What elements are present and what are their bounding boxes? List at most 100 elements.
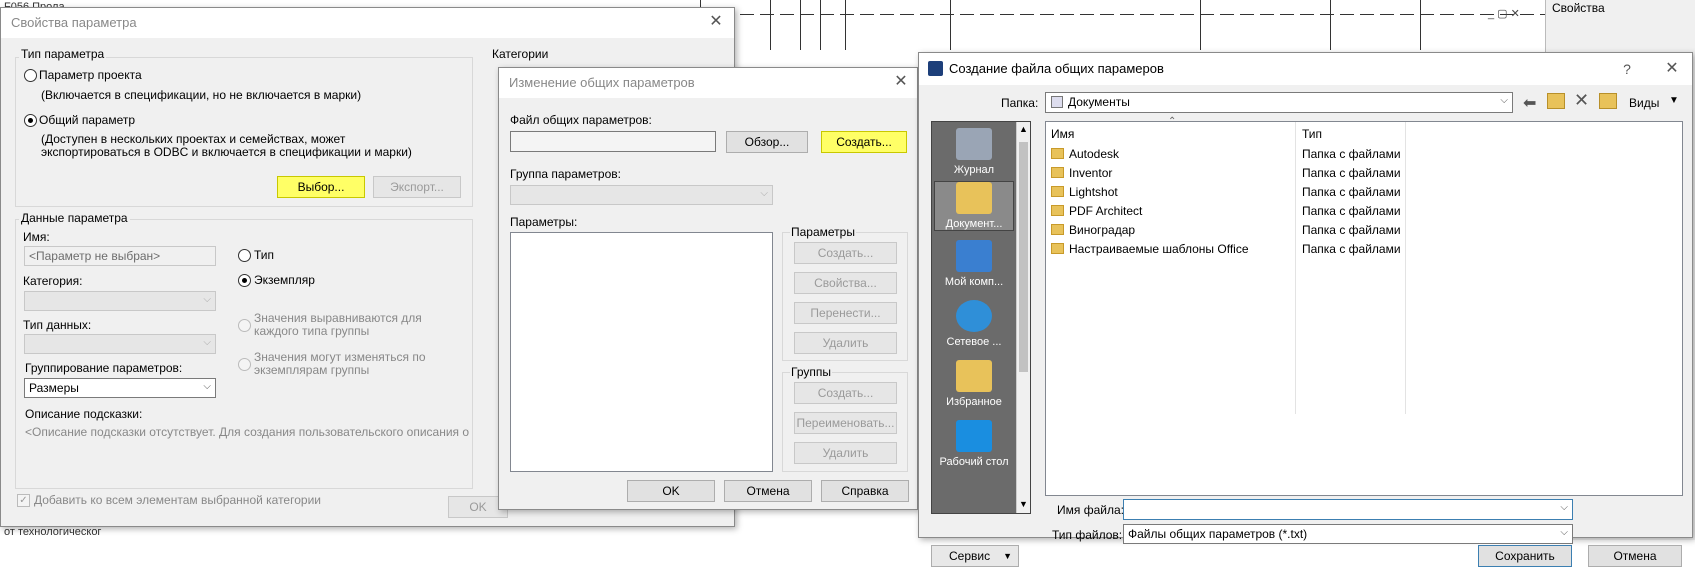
list-item[interactable]: Lightshot Папка с файлами [1051,185,1676,203]
list-item[interactable]: Настраиваемые шаблоны Office Папка с файл… [1051,242,1676,260]
col-type-header[interactable]: Тип [1302,127,1322,141]
filename-label: Имя файла: [1057,503,1124,517]
file-type: Папка с файлами [1302,223,1401,237]
folder-combo[interactable]: Документы ⌵ [1045,92,1513,113]
documents-icon [956,182,992,214]
list-item[interactable]: PDF Architect Папка с файлами [1051,204,1676,222]
edit-shared-params-dialog: Изменение общих параметров ✕ Файл общих … [498,67,918,510]
categories-label: Категории [492,47,549,61]
group-rename-button[interactable]: Переименовать... [794,412,897,434]
chevron-down-icon[interactable]: ▼ [1669,95,1679,106]
place-desktop[interactable]: Рабочий стол [934,420,1014,468]
file-name: Autodesk [1069,147,1120,161]
folder-label: Папка: [1001,96,1039,110]
param-move-button[interactable]: Перенести... [794,302,897,324]
help-button[interactable]: Справка [821,480,909,502]
ok-button[interactable]: OK [627,480,715,502]
export-button[interactable]: Экспорт... [373,176,461,198]
place-favorites[interactable]: Избранное [934,360,1014,408]
col-name-header[interactable]: Имя [1051,127,1074,141]
name-field[interactable]: <Параметр не выбран> [24,246,216,266]
filename-combo[interactable]: ⌵ [1123,499,1573,520]
datatype-combo[interactable]: ⌵ [24,334,216,354]
place-label: Документ... [945,218,1003,230]
tooltip-value[interactable]: <Описание подсказки отсутствует. Для соз… [25,425,469,439]
help-icon[interactable]: ? [1617,59,1637,79]
cancel-button[interactable]: Отмена [724,480,812,502]
params-label: Параметры: [510,215,578,229]
service-button[interactable]: Сервис ▼ [931,545,1019,567]
parameter-type-group-title: Тип параметра [19,47,107,61]
places-scrollbar[interactable]: ▲ ▼ [1016,122,1030,513]
place-label: Мой комп... [944,276,1004,288]
place-documents[interactable]: Документ... [934,181,1014,231]
desktop-icon [956,420,992,452]
new-folder-icon[interactable] [1599,93,1617,109]
params-group-title: Параметры [790,225,856,239]
place-label: Журнал [953,164,995,176]
dialog-title: Создание файла общих парамеров [949,61,1164,76]
param-properties-button[interactable]: Свойства... [794,272,897,294]
place-label: Избранное [946,396,1002,408]
grouping-value: Размеры [29,381,79,395]
close-icon[interactable]: ✕ [891,72,911,92]
category-label: Категория: [23,274,83,288]
filetype-combo[interactable]: Файлы общих параметров (*.txt) ⌵ [1123,524,1573,544]
list-item[interactable]: Inventor Папка с файлами [1051,166,1676,184]
group-label: Группа параметров: [510,167,621,181]
group-combo[interactable]: ⌵ [510,185,773,205]
edit-shared-params-titlebar: Изменение общих параметров [499,68,917,98]
chevron-down-icon: ⌵ [760,188,768,199]
save-button[interactable]: Сохранить [1478,545,1572,567]
browse-button[interactable]: Обзор... [726,131,808,153]
list-item[interactable]: Виноградар Папка с файлами [1051,223,1676,241]
history-icon [956,128,992,160]
param-delete-button[interactable]: Удалить [794,332,897,354]
delete-icon[interactable]: ✕ [1574,90,1589,111]
add-all-checkbox[interactable]: ✓ [17,494,30,507]
close-icon[interactable]: ✕ [706,12,726,32]
place-history[interactable]: Журнал [934,128,1014,176]
place-network[interactable]: Сетевое ... [934,300,1014,348]
type-radio[interactable] [238,249,251,262]
group-create-button[interactable]: Создать... [794,382,897,404]
revit-app-icon [928,61,943,76]
file-path-field[interactable] [510,131,716,152]
vary-values-radio[interactable] [238,358,251,371]
folder-icon [1051,224,1064,235]
folder-icon [1051,148,1064,159]
file-type: Папка с файлами [1302,242,1401,256]
folder-icon [1051,205,1064,216]
file-name: Lightshot [1069,185,1118,199]
back-arrow-icon[interactable]: ⬅ [1523,93,1536,113]
list-item[interactable]: Autodesk Папка с файлами [1051,147,1676,165]
file-type: Папка с файлами [1302,147,1401,161]
params-listbox[interactable] [510,232,773,472]
up-folder-icon[interactable] [1547,93,1565,109]
select-button[interactable]: Выбор... [277,176,365,198]
scroll-up-icon[interactable]: ▲ [1019,124,1028,134]
scroll-down-icon[interactable]: ▼ [1019,499,1028,509]
view-window-buttons[interactable]: _ ▢ ✕ [1488,7,1520,20]
close-icon[interactable]: ✕ [1662,59,1682,79]
shared-parameter-radio[interactable] [24,114,37,127]
views-menu[interactable]: Виды [1629,96,1659,110]
category-combo[interactable]: ⌵ [24,291,216,311]
scroll-thumb[interactable] [1019,142,1028,372]
project-parameter-radio[interactable] [24,69,37,82]
create-file-button[interactable]: Создать... [821,131,907,153]
file-name: Настраиваемые шаблоны Office [1069,242,1249,256]
place-computer[interactable]: Мой комп... [934,240,1014,288]
param-create-button[interactable]: Создать... [794,242,897,264]
folder-icon [1051,167,1064,178]
folder-icon [1051,186,1064,197]
grouping-combo[interactable]: Размеры ⌵ [24,378,216,398]
file-name: Inventor [1069,166,1113,180]
cancel-button[interactable]: Отмена [1588,545,1682,567]
instance-radio[interactable] [238,274,251,287]
align-values-label: Значения выравниваются для каждого типа … [254,311,422,338]
favorites-icon [956,360,992,392]
file-label: Файл общих параметров: [510,113,652,127]
group-delete-button[interactable]: Удалить [794,442,897,464]
align-values-radio[interactable] [238,319,251,332]
